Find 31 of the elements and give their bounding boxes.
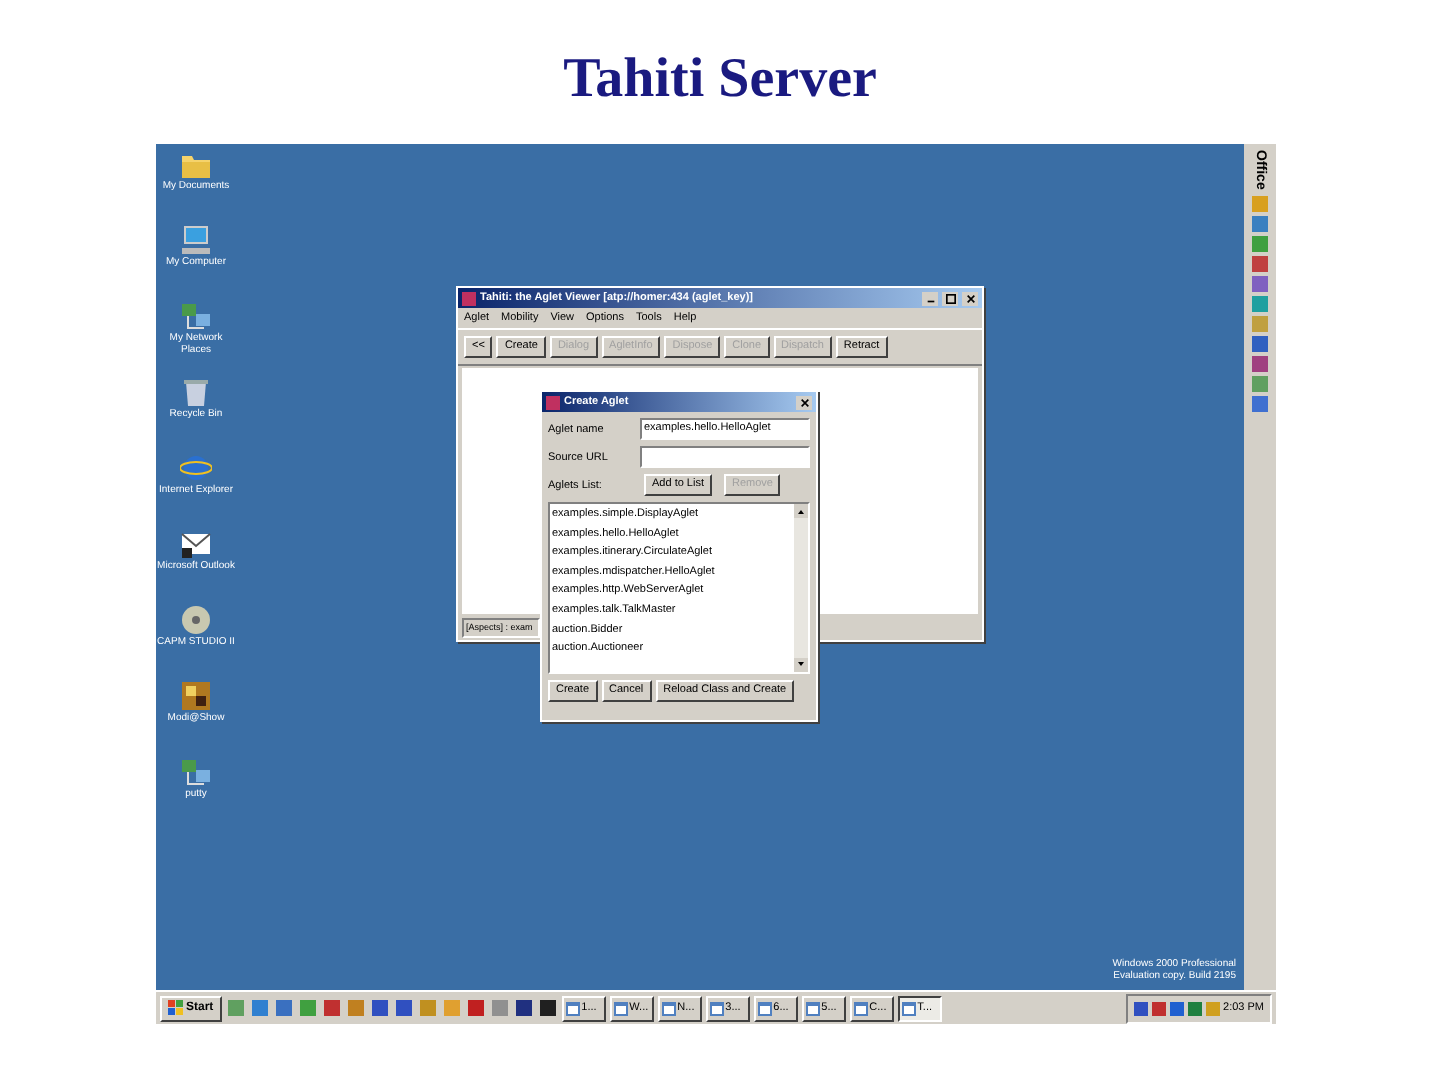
windows-logo-icon [168,1000,184,1016]
window-icon [853,1001,868,1015]
window-icon [901,1001,916,1015]
close-button[interactable] [962,291,978,305]
input-field[interactable] [640,446,810,468]
close-icon [965,293,975,303]
disc-icon[interactable] [180,604,212,636]
quick-launch-icon[interactable] [369,998,390,1018]
close-icon [799,397,809,407]
app-icon [546,395,560,409]
quick-launch-icon[interactable] [537,998,558,1018]
trash-bin-icon[interactable] [180,376,212,408]
quick-launch-icon[interactable] [393,998,414,1018]
envelope-icon[interactable] [180,528,212,560]
window-icon [757,1001,772,1015]
app-icon [462,291,476,305]
window-icon [709,1001,724,1015]
computer-icon[interactable] [180,224,212,256]
network-computers-icon[interactable] [180,300,212,332]
minimize-button[interactable] [922,291,938,305]
window-icon [565,1001,580,1015]
window-icon [661,1001,676,1015]
quick-launch-icon[interactable] [513,998,534,1018]
maximize-button[interactable] [942,291,958,305]
window-icon [805,1001,820,1015]
window-icon [613,1001,628,1015]
maximize-icon [945,293,955,303]
close-button[interactable] [796,395,812,409]
slide-title: Tahiti Server [561,46,879,114]
network-computers-icon[interactable] [180,756,212,788]
tiles-icon[interactable] [180,680,212,712]
